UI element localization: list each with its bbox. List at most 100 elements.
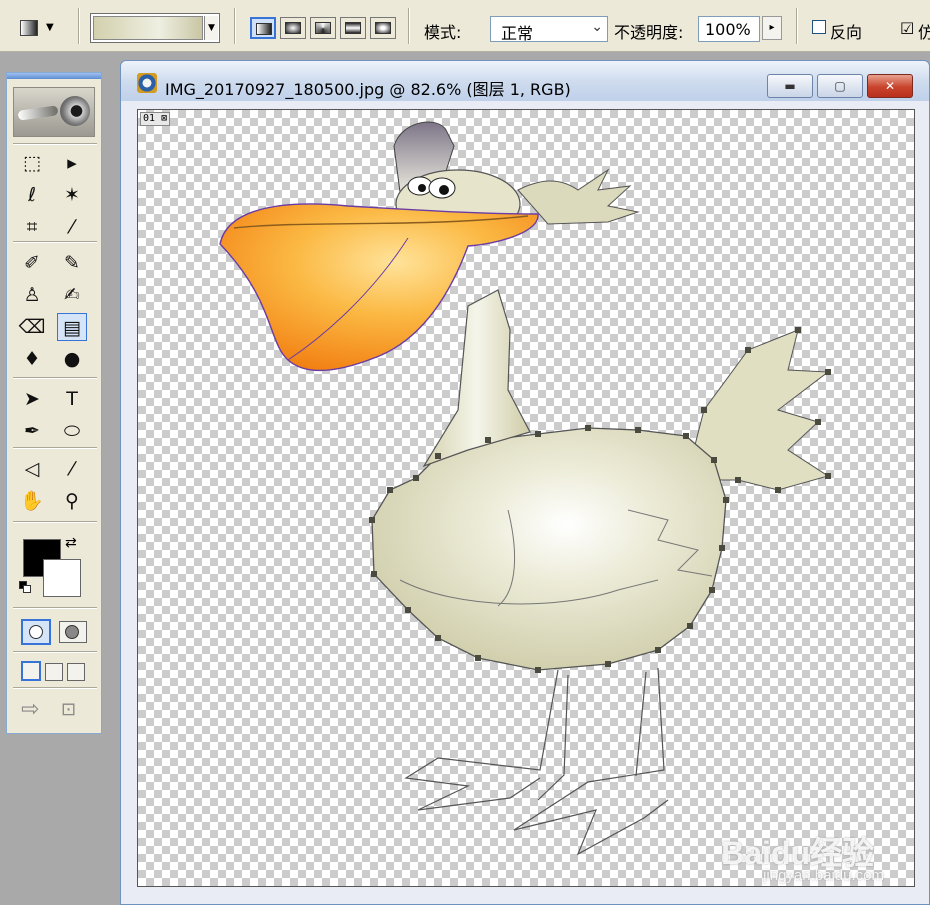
anchor-point (687, 623, 693, 629)
document-title: IMG_20170927_180500.jpg @ 82.6% (图层 1, R… (165, 80, 571, 99)
history-brush-tool-icon[interactable]: ✍ (57, 281, 87, 309)
type-tool-icon[interactable]: T (57, 385, 87, 413)
anchor-point (683, 433, 689, 439)
magic-wand-tool-icon[interactable]: ✶ (57, 181, 87, 209)
quick-mask-button[interactable] (59, 621, 87, 643)
anchor-point (387, 487, 393, 493)
maximize-button[interactable]: ▢ (817, 74, 863, 98)
anchor-point (435, 453, 441, 459)
dither-label: 仿 (918, 23, 930, 42)
anchor-point (825, 473, 831, 479)
divider (78, 8, 80, 44)
anchor-point (745, 347, 751, 353)
anchor-point (413, 475, 419, 481)
chevron-down-icon: ⌄ (591, 19, 603, 35)
jump-to-imageready-icon[interactable]: ⇨ (21, 697, 39, 722)
pen-tool-icon[interactable]: ✒ (17, 417, 47, 445)
chevron-down-icon[interactable]: ▼ (204, 16, 218, 40)
anchor-point (723, 497, 729, 503)
anchor-point (435, 635, 441, 641)
anchor-point (585, 425, 591, 431)
divider (13, 241, 97, 243)
standard-mode-button[interactable] (21, 619, 51, 645)
shape-tool-icon[interactable]: ⬭ (57, 417, 87, 445)
anchor-point (719, 545, 725, 551)
anchor-point (475, 655, 481, 661)
lasso-tool-icon[interactable]: ℓ (17, 181, 47, 209)
crop-tool-icon[interactable]: ⌗ (17, 213, 47, 241)
toolbox-panel: ⬚ ▸ ℓ ✶ ⌗ ⁄ ✐ ✎ ♙ ✍ ⌫ ▤ ♦ ● ➤ T ✒ ⬭ ◁ ⁄ ✋ ⚲ ⇄ ⇨ ⊡ (6, 72, 102, 734)
anchor-point (795, 327, 801, 333)
eye-icon (60, 96, 90, 126)
default-colors-icon[interactable] (19, 581, 31, 593)
chevron-down-icon: ▼ (46, 22, 54, 33)
stamp-tool-icon[interactable]: ♙ (17, 281, 47, 309)
baidu-watermark-url: jingyan.baidu.com (763, 867, 884, 884)
eyedropper-tool-icon[interactable]: ⁄ (57, 455, 87, 483)
background-color-swatch[interactable] (43, 559, 81, 597)
screen-mode-menu-button[interactable] (45, 663, 63, 681)
divider (13, 377, 97, 379)
hand-tool-icon[interactable]: ✋ (17, 487, 47, 515)
anchor-point (371, 571, 377, 577)
opacity-input[interactable]: 100% (698, 16, 760, 42)
feather-icon (17, 105, 59, 121)
screen-mode-standard-button[interactable] (21, 661, 41, 681)
screen-mode-full-button[interactable] (67, 663, 85, 681)
anchor-point (605, 661, 611, 667)
divider (796, 8, 798, 44)
anchor-point (775, 487, 781, 493)
zoom-tool-icon[interactable]: ⚲ (57, 487, 87, 515)
swap-colors-icon[interactable]: ⇄ (65, 535, 77, 551)
divider (13, 651, 97, 653)
reverse-checkbox[interactable] (812, 20, 826, 34)
tool-preset-picker[interactable]: ▼ (14, 16, 68, 40)
dither-checkbox[interactable]: ☑ (900, 19, 914, 38)
minimize-button[interactable]: ▬ (767, 74, 813, 98)
mode-select[interactable]: 正常 ⌄ (490, 16, 608, 43)
diamond-gradient-button[interactable] (370, 17, 396, 39)
gradient-tool-icon (20, 20, 38, 36)
healing-tool-icon[interactable]: ✐ (17, 249, 47, 277)
radial-gradient-button[interactable] (280, 17, 306, 39)
dodge-tool-icon[interactable]: ● (57, 345, 87, 373)
linear-gradient-button[interactable] (250, 17, 276, 39)
document-window: IMG_20170927_180500.jpg @ 82.6% (图层 1, R… (120, 60, 930, 905)
slice-tool-icon[interactable]: ⁄ (57, 213, 87, 241)
pelican-artwork (219, 121, 831, 856)
quick-mask-icon (65, 625, 79, 639)
document-titlebar[interactable]: IMG_20170927_180500.jpg @ 82.6% (图层 1, R… (121, 61, 929, 101)
path-select-tool-icon[interactable]: ➤ (17, 385, 47, 413)
opacity-value: 100% (705, 20, 751, 39)
radial-gradient-icon (285, 22, 301, 34)
anchor-point (735, 477, 741, 483)
notes-tool-icon[interactable]: ◁ (17, 455, 47, 483)
toolbox-header[interactable] (7, 73, 101, 79)
blur-tool-icon[interactable]: ♦ (17, 345, 47, 373)
anchor-point (825, 369, 831, 375)
reflected-gradient-button[interactable] (340, 17, 366, 39)
move-tool-icon[interactable]: ▸ (57, 149, 87, 177)
anchor-point (369, 517, 375, 523)
close-button[interactable]: ✕ (867, 74, 913, 98)
divider (13, 143, 97, 145)
gradient-swatch (93, 16, 203, 40)
angle-gradient-icon (315, 22, 331, 34)
divider (13, 447, 97, 449)
anchor-point (635, 427, 641, 433)
anchor-point (485, 437, 491, 443)
image-canvas[interactable]: 01 ⊠ Baidu经验 jingyan.baidu.com (137, 109, 915, 887)
reflected-gradient-icon (345, 22, 361, 34)
angle-gradient-button[interactable] (310, 17, 336, 39)
gradient-picker[interactable]: ▼ (90, 13, 220, 43)
opacity-slider-arrow[interactable]: ▸ (762, 16, 782, 40)
gradient-tool-icon[interactable]: ▤ (57, 313, 87, 341)
divider (13, 687, 97, 689)
marquee-tool-icon[interactable]: ⬚ (17, 149, 47, 177)
anchor-point (535, 667, 541, 673)
anchor-point (709, 587, 715, 593)
eraser-tool-icon[interactable]: ⌫ (17, 313, 47, 341)
opacity-label: 不透明度: (614, 23, 684, 42)
brush-tool-icon[interactable]: ✎ (57, 249, 87, 277)
photoshop-logo-button[interactable] (13, 87, 95, 137)
